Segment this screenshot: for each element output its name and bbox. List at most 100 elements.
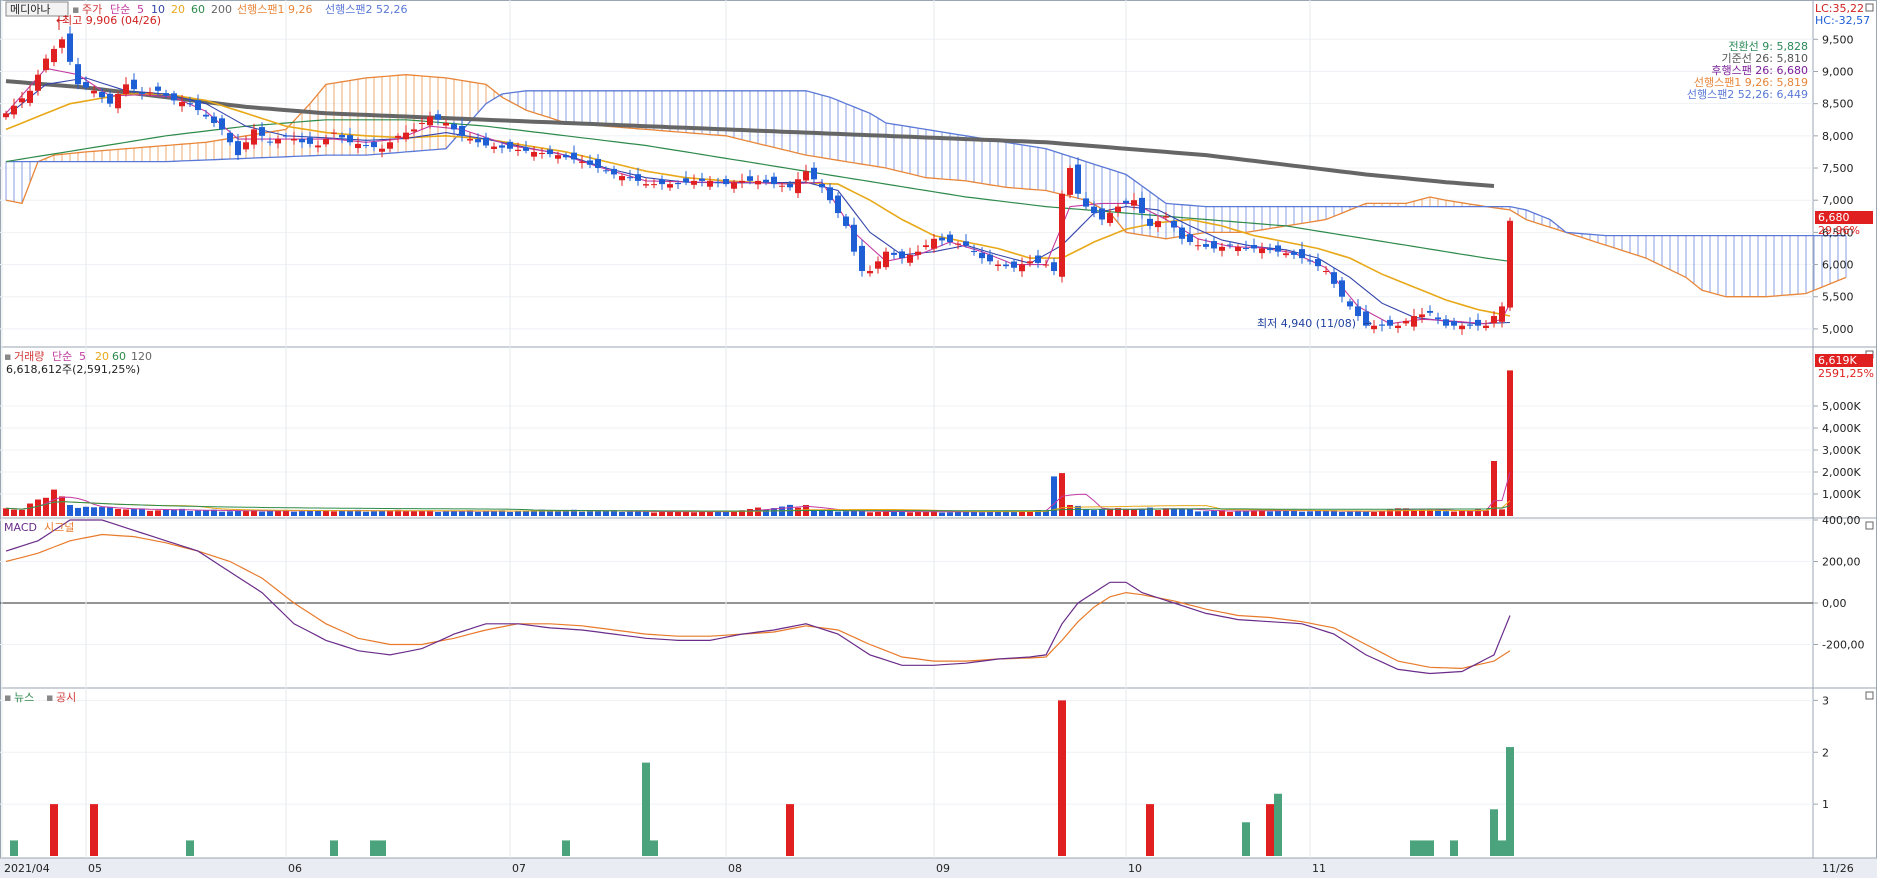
volume-bar [35, 499, 41, 516]
volume-bar [939, 512, 945, 516]
x-tick-label: 09 [936, 862, 950, 875]
leading-span2-value: 선행스팬2 52,26: 6,449 [1687, 88, 1808, 101]
volume-bar [435, 512, 441, 516]
candle-body [1315, 259, 1321, 267]
candle-body [683, 178, 689, 183]
y-axis-ticks: 9,5009,0008,5008,0007,5007,0006,5006,000… [1813, 33, 1864, 811]
volume-bar [43, 497, 49, 516]
candle-body [883, 251, 889, 268]
volume-ma20: 20 [95, 350, 109, 363]
volume-bar [979, 512, 985, 516]
candle-body [187, 103, 193, 105]
volume-bar [1195, 511, 1201, 516]
volume-bar [1235, 511, 1241, 516]
candle-body [267, 141, 273, 143]
volume-bar [243, 510, 249, 516]
volume-bar [867, 512, 873, 516]
ma200-label: 200 [211, 3, 232, 16]
volume-bar [163, 509, 169, 516]
macd-y-tick: 400,00 [1822, 514, 1861, 527]
candle-body [963, 241, 969, 246]
candle-body [475, 139, 481, 143]
volume-bar [699, 511, 705, 516]
macd-y-tick: -200,00 [1822, 639, 1864, 652]
candle-body [115, 94, 121, 109]
low-arrow-icon: → [1363, 317, 1372, 330]
candle-body [1155, 221, 1161, 228]
macd-y-tick: 0,00 [1822, 597, 1847, 610]
candle-body [1259, 248, 1265, 254]
volume-bar [155, 510, 161, 516]
x-axis-end-date: 11/26 [1822, 862, 1854, 875]
volume-bar [59, 496, 65, 516]
candle-body [219, 118, 225, 130]
low-label: 최저 4,940 (11/08) [1257, 317, 1356, 330]
volume-bar [171, 509, 177, 516]
volume-bar [963, 511, 969, 516]
disclosure-toggle-icon[interactable]: ▪ [46, 691, 53, 704]
volume-bar [1363, 511, 1369, 516]
candle-body [867, 270, 873, 274]
candle-body [971, 251, 977, 253]
candle-body [403, 132, 409, 140]
volume-bar [1083, 509, 1089, 516]
ma60-label: 60 [191, 3, 205, 16]
candle-body [691, 180, 697, 185]
volume-bar [1323, 510, 1329, 516]
candle-body [155, 86, 161, 91]
candle-body [227, 132, 233, 143]
news-bar [330, 840, 338, 856]
volume-bar [731, 511, 737, 516]
candle-body [1467, 324, 1473, 326]
volume-value: 6,618,612주(2,591,25%) [6, 363, 140, 376]
candle-body [235, 141, 241, 156]
volume-bar [579, 511, 585, 516]
candle-body [587, 160, 593, 165]
volume-bar [507, 511, 513, 516]
x-tick-label: 07 [512, 862, 526, 875]
candle-body [1339, 280, 1345, 297]
candle-body [827, 187, 833, 201]
volume-bar [595, 510, 601, 516]
candle-body [1243, 248, 1249, 250]
last-price-marker: 6,680 29.96% [1815, 211, 1873, 237]
candle-body [435, 114, 441, 120]
candle-body [907, 254, 913, 263]
macd-title: MACD [4, 521, 37, 534]
symbol-name: 메디아나 [10, 3, 50, 16]
ichimoku-values: 전환선 9: 5,828 기준선 26: 5,810 후행스팬 26: 6,68… [1687, 40, 1808, 101]
candle-body [579, 161, 585, 163]
volume-y-tick: 4,000K [1822, 422, 1861, 435]
candle-body [1419, 314, 1425, 318]
volume-bar [907, 512, 913, 516]
volume-toggle-icon[interactable]: ▪ [4, 350, 11, 363]
candle-body [1411, 316, 1417, 327]
volume-bar [1371, 511, 1377, 516]
candle-body [371, 142, 377, 148]
candle-body [51, 48, 57, 63]
candle-body [779, 185, 785, 187]
news-bar [370, 840, 378, 856]
volume-bar [419, 510, 425, 516]
candle-body [1075, 164, 1081, 194]
candle-body [1451, 321, 1457, 326]
candle-body [395, 135, 401, 138]
candle-body [859, 245, 865, 271]
volume-bar [451, 511, 457, 516]
news-bar [1506, 747, 1514, 856]
candle-body [291, 139, 297, 141]
candle-body [491, 146, 497, 149]
news-toggle-icon[interactable]: ▪ [4, 691, 11, 704]
candle-body [939, 237, 945, 241]
candle-body [1331, 272, 1337, 284]
volume-bar [1355, 511, 1361, 516]
volume-bar [27, 503, 33, 516]
candle-body [355, 143, 361, 149]
candle-body [91, 90, 97, 94]
grid-lines [0, 0, 1813, 858]
candle-body [531, 151, 537, 157]
volume-bar [443, 511, 449, 516]
candle-body [995, 264, 1001, 266]
candle-body [923, 245, 929, 248]
candle-body [1003, 264, 1009, 267]
